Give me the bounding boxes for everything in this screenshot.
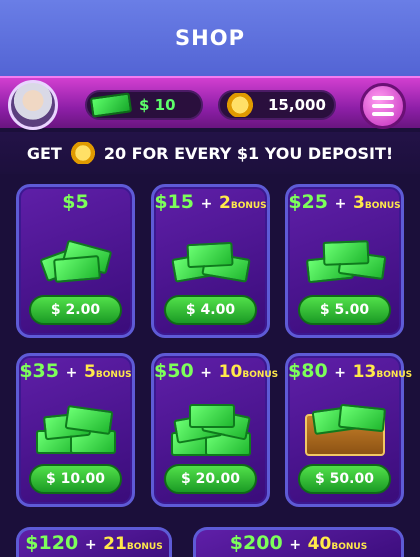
buy-button[interactable]: $ 10.00 xyxy=(29,464,122,494)
package-amount: $80 + 13BONUS xyxy=(288,360,412,382)
page-title: SHOP xyxy=(175,26,245,50)
avatar-icon[interactable] xyxy=(8,80,58,130)
briefcase-icon xyxy=(299,403,391,456)
bonus-amount: 10 xyxy=(218,362,243,382)
bill xyxy=(185,241,234,269)
bonus-label: BONUS xyxy=(242,370,279,380)
menu-icon-bar xyxy=(372,112,394,116)
cash-balance-pill[interactable]: $ 10 xyxy=(85,90,203,120)
plus-sign: + xyxy=(84,537,97,553)
menu-icon-bar xyxy=(372,96,394,100)
bonus-label: BONUS xyxy=(95,370,132,380)
package-amount: $200 + 40BONUS xyxy=(196,532,401,554)
buy-button[interactable]: $ 2.00 xyxy=(29,295,122,325)
status-bar: $ 10 15,000 xyxy=(0,76,420,130)
plus-sign: + xyxy=(65,365,78,381)
package-amount-text: $120 xyxy=(25,532,79,554)
package-amount-text: $50 xyxy=(154,360,194,382)
coins-icon xyxy=(226,93,254,117)
package-amount-text: $15 xyxy=(154,191,194,213)
package-amount: $50 + 10BONUS xyxy=(154,360,278,382)
plus-sign: + xyxy=(289,537,302,553)
package-card[interactable]: $25 + 3BONUS $ 5.00 xyxy=(285,184,404,338)
bill xyxy=(188,404,235,428)
cash-stack-icon xyxy=(169,235,253,285)
coin-balance-pill[interactable]: 15,000 xyxy=(218,90,336,120)
coin-balance: 15,000 xyxy=(268,96,326,114)
menu-icon-bar xyxy=(372,104,394,108)
package-card[interactable]: $80 + 13BONUS $ 50.00 xyxy=(285,353,412,507)
package-card[interactable]: $35 + 5BONUS $ 10.00 xyxy=(16,353,135,507)
bonus-amount: 13 xyxy=(352,362,377,382)
buy-button[interactable]: $ 4.00 xyxy=(164,295,257,325)
bill xyxy=(337,403,386,433)
promo-text: 20 FOR EVERY $1 YOU DEPOSIT! xyxy=(103,143,394,163)
title-bar: SHOP xyxy=(0,0,420,76)
cash-stack-icon xyxy=(169,404,253,456)
bill xyxy=(322,240,369,266)
cash-stack-icon xyxy=(34,235,118,285)
package-amount: $15 + 2BONUS xyxy=(154,191,267,213)
package-amount: $120 + 21BONUS xyxy=(19,532,169,554)
coins-icon xyxy=(69,142,96,164)
package-amount-text: $25 xyxy=(288,191,328,213)
bonus-amount: 40 xyxy=(307,534,332,554)
package-amount-text: $5 xyxy=(62,191,89,213)
bonus-amount: 21 xyxy=(103,534,127,554)
bonus-label: BONUS xyxy=(364,201,401,211)
plus-sign: + xyxy=(200,196,213,212)
bonus-label: BONUS xyxy=(126,542,163,552)
package-amount-text: $200 xyxy=(229,532,283,554)
cash-balance: $ 10 xyxy=(139,96,176,114)
plus-sign: + xyxy=(334,196,347,212)
buy-button[interactable]: $ 5.00 xyxy=(298,295,391,325)
bonus-amount: 5 xyxy=(83,362,96,382)
cash-stack-icon xyxy=(303,235,387,285)
package-amount-text: $35 xyxy=(19,360,59,382)
bonus-label: BONUS xyxy=(331,542,368,552)
bonus-label: BONUS xyxy=(230,201,267,211)
buy-button[interactable]: $ 50.00 xyxy=(298,464,391,494)
package-card[interactable]: $15 + 2BONUS $ 4.00 xyxy=(151,184,270,338)
package-card[interactable]: $200 + 40BONUS xyxy=(193,527,404,557)
package-amount: $35 + 5BONUS xyxy=(19,360,132,382)
bonus-label: BONUS xyxy=(376,370,413,380)
bill xyxy=(52,255,101,283)
cash-icon xyxy=(89,92,133,118)
package-card[interactable]: $120 + 21BONUS xyxy=(16,527,172,557)
buy-button[interactable]: $ 20.00 xyxy=(164,464,257,494)
plus-sign: + xyxy=(334,365,347,381)
plus-sign: + xyxy=(200,365,213,381)
bonus-amount: 3 xyxy=(352,193,365,213)
cash-stack-icon xyxy=(34,404,118,454)
package-amount: $5 xyxy=(19,191,132,213)
bonus-amount: 2 xyxy=(218,193,231,213)
package-amount-text: $80 xyxy=(288,360,328,382)
menu-button[interactable] xyxy=(360,83,406,129)
promo-prefix: GET xyxy=(26,143,62,163)
package-card[interactable]: $5 $ 2.00 xyxy=(16,184,135,338)
package-amount: $25 + 3BONUS xyxy=(288,191,401,213)
package-card[interactable]: $50 + 10BONUS $ 20.00 xyxy=(151,353,278,507)
promo-banner: GET 20 FOR EVERY $1 YOU DEPOSIT! xyxy=(0,132,420,174)
